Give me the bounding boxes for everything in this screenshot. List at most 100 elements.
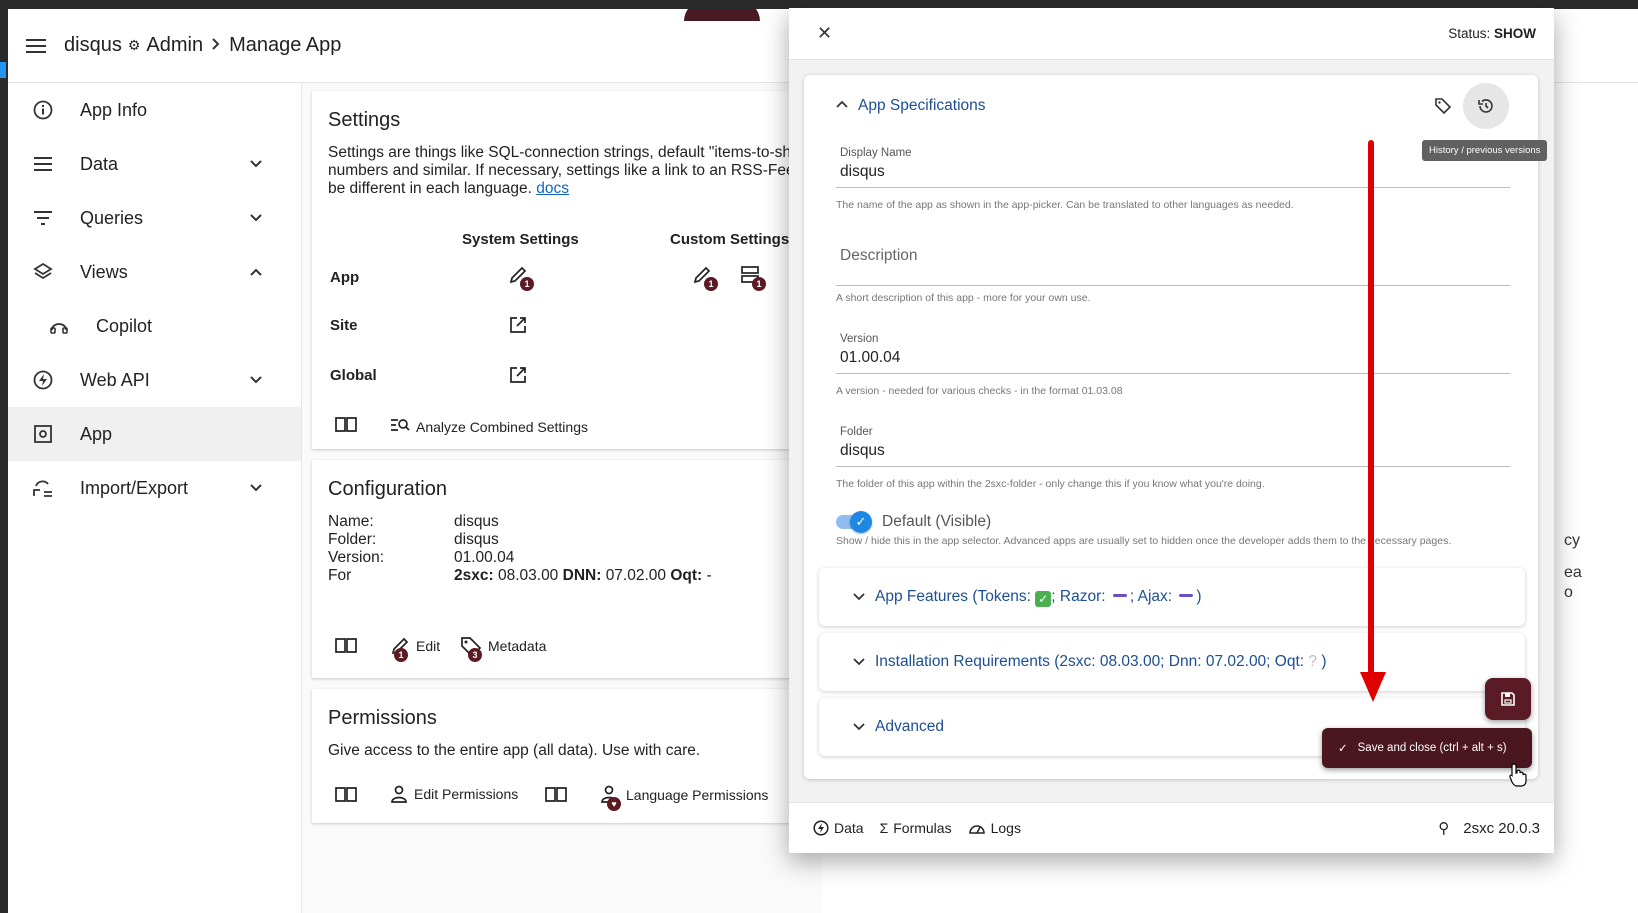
docs-link[interactable]: docs: [536, 180, 569, 197]
search-list-icon: [390, 417, 410, 436]
sidebar-item-views[interactable]: Views: [8, 245, 301, 299]
edit-permissions-button[interactable]: Edit Permissions: [390, 785, 518, 803]
sidebar-item-queries[interactable]: Queries: [8, 191, 301, 245]
installation-requirements-accordion[interactable]: Installation Requirements (2sxc: 08.03.0…: [819, 633, 1525, 691]
system-settings-header: System Settings: [462, 231, 579, 248]
tag-icon[interactable]: [1434, 97, 1452, 120]
pencil-icon: 1: [390, 636, 410, 662]
person-icon: [391, 785, 407, 803]
info-icon: [32, 99, 54, 121]
description-input[interactable]: Description: [836, 247, 1510, 265]
version-field[interactable]: Version 01.00.04: [836, 333, 1510, 374]
layers-icon: [32, 261, 54, 283]
save-button[interactable]: [1485, 678, 1531, 720]
permissions-title: Permissions: [328, 707, 437, 729]
version-info: ⚲ 2sxc 20.0.3: [1438, 819, 1540, 838]
debug-icon: ⚲: [1438, 820, 1450, 837]
configuration-metadata-button[interactable]: 3 Metadata: [460, 636, 547, 662]
history-button[interactable]: [1463, 83, 1509, 129]
count-badge: 1: [394, 648, 408, 662]
sidebar-item-web-api[interactable]: Web API: [8, 353, 301, 407]
analyze-combined-settings-button[interactable]: Analyze Combined Settings: [390, 417, 588, 436]
footer-formulas-button[interactable]: Σ Formulas: [880, 820, 952, 836]
chevron-down-icon[interactable]: [246, 154, 266, 174]
sidebar: App Info Data Queries Views Copilot Web …: [8, 83, 302, 913]
metadata-label: Metadata: [488, 638, 547, 654]
configuration-docs-button[interactable]: [334, 636, 358, 654]
footer-data-button[interactable]: Data: [813, 820, 864, 836]
description-field[interactable]: Description: [836, 247, 1510, 286]
open-site-settings-button[interactable]: [508, 315, 528, 340]
red-arrow-annotation: [1360, 140, 1386, 702]
chevron-down-icon: [853, 718, 865, 736]
sidebar-item-label: Web API: [80, 369, 150, 390]
sidebar-item-copilot[interactable]: Copilot: [8, 299, 301, 353]
row-global: Global: [330, 367, 377, 384]
save-and-close-button[interactable]: ✓ Save and close (ctrl + alt + s): [1322, 728, 1532, 768]
version-input[interactable]: 01.00.04: [836, 347, 1510, 373]
display-name-input[interactable]: disqus: [836, 161, 1510, 187]
app-specifications-card: App Specifications History / previous ve…: [804, 75, 1548, 779]
edit-custom-app-button[interactable]: 1: [692, 265, 718, 291]
chevron-down-icon[interactable]: [246, 478, 266, 498]
dash-icon: [1112, 593, 1127, 597]
settings-docs-button[interactable]: [334, 415, 358, 433]
chevron-down-icon[interactable]: [246, 208, 266, 228]
breadcrumb-site[interactable]: disqus: [64, 34, 122, 57]
hamburger-menu-icon[interactable]: [26, 38, 46, 53]
default-visible-toggle[interactable]: ✓ Default (Visible): [836, 511, 991, 533]
sidebar-item-app[interactable]: App: [8, 407, 301, 461]
app-specifications-toggle[interactable]: App Specifications: [836, 97, 986, 115]
close-icon[interactable]: ✕: [817, 23, 832, 44]
status-indicator: Status: SHOW: [1448, 26, 1536, 41]
language-permissions-button[interactable]: ♥ Language Permissions: [600, 785, 768, 811]
sidebar-item-import-export[interactable]: Import/Export: [8, 461, 301, 515]
edit-app-dialog: ✕ Status: SHOW App Specifications Histor…: [789, 8, 1554, 853]
settings-desc-1: Settings are things like SQL-connection …: [328, 144, 811, 161]
analyze-label: Analyze Combined Settings: [416, 418, 588, 435]
row-app: App: [330, 269, 360, 286]
count-badge: 1: [520, 277, 534, 291]
question-icon: ?: [1308, 653, 1318, 670]
partially-visible-text: cy ea o: [1564, 532, 1582, 601]
import-export-icon: [32, 477, 54, 499]
custom-settings-data-button[interactable]: 1: [740, 265, 766, 291]
chevron-down-icon[interactable]: [246, 370, 266, 390]
custom-settings-header: Custom Settings: [670, 231, 790, 248]
configuration-edit-button[interactable]: 1 Edit: [390, 636, 441, 662]
copilot-icon: [48, 315, 70, 337]
permissions-docs-button-2[interactable]: [544, 785, 568, 803]
sidebar-item-label: Import/Export: [80, 477, 189, 498]
bolt-icon: [32, 369, 54, 391]
list-icon: [32, 153, 54, 175]
book-icon: [335, 638, 357, 653]
count-badge: 1: [752, 277, 766, 291]
footer-logs-button[interactable]: Logs: [968, 820, 1021, 836]
chevron-up-icon[interactable]: [246, 262, 266, 282]
edit-label: Edit: [416, 638, 441, 654]
book-icon: [335, 417, 357, 432]
book-icon: [545, 787, 567, 802]
app-icon: [32, 423, 54, 445]
edit-system-app-button[interactable]: 1: [508, 265, 534, 291]
sidebar-item-data[interactable]: Data: [8, 137, 301, 191]
sidebar-item-label: Views: [80, 261, 128, 282]
toggle-switch[interactable]: ✓: [836, 511, 872, 533]
count-badge: 1: [704, 277, 718, 291]
config-version: 01.00.04: [454, 549, 515, 566]
check-icon: ✓: [1338, 743, 1348, 755]
check-icon: ✓: [850, 511, 872, 533]
display-name-hint: The name of the app as shown in the app-…: [836, 199, 1294, 211]
app-features-accordion[interactable]: App Features (Tokens: ✓; Razor: ; Ajax: …: [819, 568, 1525, 626]
breadcrumb-admin[interactable]: Admin: [146, 34, 203, 57]
folder-field[interactable]: Folder disqus: [836, 426, 1510, 467]
hand-cursor-icon: [1509, 763, 1527, 787]
sidebar-item-app-info[interactable]: App Info: [8, 83, 301, 137]
folder-input[interactable]: disqus: [836, 440, 1510, 466]
display-name-field[interactable]: Display Name disqus: [836, 147, 1510, 188]
configuration-card: Configuration Name: disqus Folder: disqus …: [312, 460, 822, 678]
dialog-footer: Data Σ Formulas Logs ⚲ 2sxc 20.0.3: [789, 802, 1554, 853]
open-global-settings-button[interactable]: [508, 365, 528, 390]
permissions-docs-button[interactable]: [334, 785, 358, 803]
version-hint: A version - needed for various checks - …: [836, 385, 1123, 397]
